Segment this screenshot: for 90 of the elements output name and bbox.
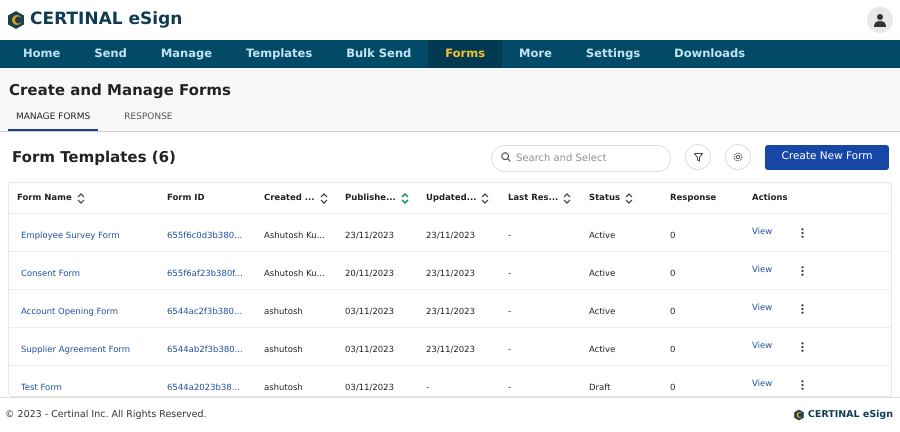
table-cell: Active [589, 230, 616, 240]
settings-icon [733, 152, 743, 162]
more-options-icon[interactable] [801, 266, 804, 276]
avatar-icon[interactable] [867, 7, 893, 33]
table-cell: - [508, 382, 512, 392]
table-cell: 0 [670, 268, 676, 278]
table-cell: Active [589, 268, 616, 278]
tab[interactable]: RESPONSE [116, 110, 180, 131]
brand-name: CERTINAL eSign [30, 8, 182, 32]
sort-icon[interactable] [625, 192, 634, 204]
nav-tab[interactable]: Templates [229, 40, 330, 68]
table-cell: Ashutosh Ku... [264, 268, 325, 278]
section-title: Form Templates (6) [12, 146, 176, 168]
form-name-link[interactable]: Supplier Agreement Form [21, 344, 130, 354]
logo-icon [6, 10, 26, 30]
column-header: Created ... [264, 192, 314, 204]
table-cell: 23/11/2023 [426, 306, 475, 316]
table-cell: 23/11/2023 [345, 230, 394, 240]
form-name-link[interactable]: Test Form [21, 382, 62, 392]
table-cell: 23/11/2023 [426, 344, 475, 354]
nav-tab[interactable]: Bulk Send [329, 40, 428, 68]
column-header: Form Name [17, 192, 72, 204]
table-cell: 0 [670, 344, 676, 354]
table-cell: - [508, 268, 512, 278]
nav-tab[interactable]: More [502, 40, 569, 68]
view-link[interactable]: View [752, 226, 772, 239]
sort-icon[interactable] [76, 192, 85, 204]
sort-icon[interactable] [481, 192, 490, 204]
table-cell: 0 [670, 230, 676, 240]
column-header: Publishe... [345, 192, 396, 204]
form-id-link[interactable]: 655f6c0d3b380... [167, 230, 242, 240]
nav-tab[interactable]: Send [77, 40, 144, 68]
view-link[interactable]: View [752, 264, 772, 277]
search-icon [501, 152, 511, 162]
more-options-icon[interactable] [801, 342, 804, 352]
table-cell: 03/11/2023 [345, 382, 394, 392]
form-name-link[interactable]: Account Opening Form [21, 306, 118, 316]
copyright-text: © 2023 - Certinal Inc. All Rights Reserved. [5, 408, 207, 422]
column-header: Actions [752, 192, 788, 204]
column-header: Status [589, 192, 620, 204]
table-cell: 03/11/2023 [345, 344, 394, 354]
form-name-link[interactable]: Consent Form [21, 268, 80, 278]
form-id-link[interactable]: 655f6af23b380f... [167, 268, 243, 278]
nav-tab[interactable]: Forms [428, 40, 502, 68]
column-header: Response [670, 192, 716, 204]
table-cell: Active [589, 306, 616, 316]
sort-icon[interactable] [320, 192, 328, 204]
nav-tab[interactable]: Downloads [657, 40, 762, 68]
nav-tab[interactable]: Home [6, 40, 78, 68]
form-id-link[interactable]: 6544a2023b38... [167, 382, 240, 392]
view-link[interactable]: View [752, 302, 772, 315]
table-cell: Draft [589, 382, 610, 392]
form-id-link[interactable]: 6544ac2f3b380... [167, 306, 242, 316]
view-link[interactable]: View [752, 378, 772, 391]
search-field[interactable]: Search and Select [491, 144, 671, 172]
column-header: Last Res... [508, 192, 558, 204]
table-cell: ashutosh [264, 306, 303, 316]
table-cell: - [426, 382, 430, 392]
table-cell: - [508, 230, 512, 240]
tab[interactable]: MANAGE FORMS [8, 110, 98, 131]
page-title: Create and Manage Forms [8, 80, 232, 101]
footer-brand-name: CERTINAL eSign [808, 408, 893, 422]
table-cell: Active [589, 344, 616, 354]
nav-tab[interactable]: Settings [568, 40, 658, 68]
table-cell: 0 [670, 306, 676, 316]
settings-button[interactable] [725, 144, 751, 170]
column-header: Updated... [426, 192, 476, 204]
nav-tab[interactable]: Manage [144, 40, 230, 68]
more-options-icon[interactable] [801, 380, 804, 390]
filter-button[interactable] [685, 144, 711, 170]
logo-icon [792, 409, 805, 421]
filter-icon [694, 152, 702, 162]
form-name-link[interactable]: Employee Survey Form [21, 230, 120, 240]
create-new-form-button[interactable]: Create New Form [765, 144, 889, 170]
form-id-link[interactable]: 6544ab2f3b380... [167, 344, 243, 354]
table-cell: 03/11/2023 [345, 306, 394, 316]
view-link[interactable]: View [752, 340, 772, 353]
more-options-icon[interactable] [801, 304, 804, 314]
table-cell: 20/11/2023 [345, 268, 394, 278]
table-cell: - [508, 306, 512, 316]
sort-icon[interactable] [563, 192, 572, 204]
column-header: Form ID [167, 192, 205, 204]
table-cell: ashutosh [264, 382, 303, 392]
table-cell: Ashutosh Ku... [264, 230, 325, 240]
table-cell: 0 [670, 382, 676, 392]
table-cell: ashutosh [264, 344, 303, 354]
table-cell: - [508, 344, 512, 354]
table-cell: 23/11/2023 [426, 268, 475, 278]
more-options-icon[interactable] [801, 228, 804, 238]
table-cell: 23/11/2023 [426, 230, 475, 240]
